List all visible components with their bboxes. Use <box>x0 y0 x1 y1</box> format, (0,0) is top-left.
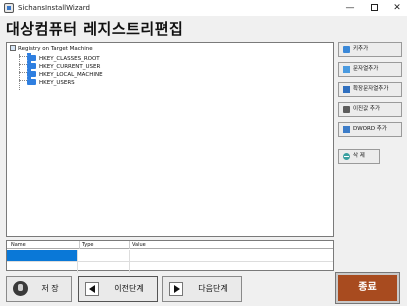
table-row[interactable] <box>7 261 333 273</box>
table-cell[interactable] <box>77 250 129 261</box>
tree-item-hkey-users[interactable]: HKEY_USERS <box>19 77 75 87</box>
column-header-value[interactable]: Value <box>129 241 333 249</box>
window-title: SichansInstallWizard <box>18 4 90 12</box>
table-cell[interactable] <box>77 262 129 273</box>
arrow-left-icon <box>85 282 99 296</box>
title-bar: SichansInstallWizard — ✕ <box>0 0 407 16</box>
tree-item-label: HKEY_LOCAL_MACHINE <box>39 72 103 78</box>
table-row[interactable] <box>7 250 333 261</box>
tree-item-label: HKEY_USERS <box>39 80 75 86</box>
table-cell[interactable] <box>129 250 333 261</box>
wizard-window: SichansInstallWizard — ✕ 대상컴퓨터 레지스트리편집 R… <box>0 0 407 306</box>
values-grid[interactable]: Name Type Value <box>6 240 334 273</box>
table-cell[interactable] <box>129 262 333 273</box>
add-expand-string-button[interactable]: 확장문자열추가 <box>338 82 402 97</box>
tree-item-label: HKEY_CURRENT_USER <box>39 64 101 70</box>
add-dword-label: DWORD 추가 <box>353 126 387 132</box>
grid-header: Name Type Value <box>7 241 333 249</box>
delete-button[interactable]: 삭 제 <box>338 149 380 164</box>
add-key-label: 키추가 <box>353 46 369 52</box>
tree-item-hkey-current-user[interactable]: HKEY_CURRENT_USER <box>19 61 101 71</box>
add-dword-button[interactable]: DWORD 추가 <box>338 122 402 137</box>
binary-value-icon <box>343 106 350 113</box>
tree-root-label: Registry on Target Machine <box>18 46 93 52</box>
save-button[interactable]: 저 장 <box>6 276 72 302</box>
app-icon <box>4 3 14 13</box>
minimize-button[interactable]: — <box>339 0 361 16</box>
expand-string-icon <box>343 86 350 93</box>
finish-button[interactable]: 종료 <box>335 272 400 304</box>
delete-icon <box>343 153 350 160</box>
dword-value-icon <box>343 126 350 133</box>
previous-step-button[interactable]: 이전단계 <box>78 276 158 302</box>
arrow-right-icon <box>169 282 183 296</box>
maximize-button[interactable] <box>363 0 385 16</box>
tree-root[interactable]: Registry on Target Machine <box>10 45 93 54</box>
add-binary-label: 이진값 추가 <box>353 106 381 112</box>
add-expand-string-label: 확장문자열추가 <box>353 86 389 92</box>
registry-root-icon <box>10 45 16 51</box>
registry-tree[interactable]: Registry on Target Machine HKEY_CLASSES_… <box>6 42 334 237</box>
add-string-label: 문자열추가 <box>353 66 379 72</box>
tree-item-hkey-classes-root[interactable]: HKEY_CLASSES_ROOT <box>19 53 100 63</box>
selected-cell[interactable] <box>7 250 77 261</box>
string-value-icon <box>343 66 350 73</box>
save-icon <box>13 281 28 296</box>
delete-label: 삭 제 <box>353 153 365 159</box>
save-label: 저 장 <box>41 284 59 293</box>
page-title: 대상컴퓨터 레지스트리편집 <box>6 20 184 38</box>
add-string-button[interactable]: 문자열추가 <box>338 62 402 77</box>
add-key-button[interactable]: 키추가 <box>338 42 402 57</box>
close-button[interactable]: ✕ <box>386 0 407 16</box>
maximize-icon <box>370 4 378 11</box>
tree-item-hkey-local-machine[interactable]: HKEY_LOCAL_MACHINE <box>19 69 103 79</box>
add-binary-button[interactable]: 이진값 추가 <box>338 102 402 117</box>
column-header-type[interactable]: Type <box>79 241 129 249</box>
table-cell[interactable] <box>7 262 77 273</box>
next-step-button[interactable]: 다음단계 <box>162 276 242 302</box>
column-header-name[interactable]: Name <box>9 241 26 249</box>
previous-step-label: 이전단계 <box>114 284 144 293</box>
tree-item-label: HKEY_CLASSES_ROOT <box>39 56 100 62</box>
next-step-label: 다음단계 <box>198 284 228 293</box>
key-icon <box>343 46 350 53</box>
folder-icon <box>27 77 36 85</box>
